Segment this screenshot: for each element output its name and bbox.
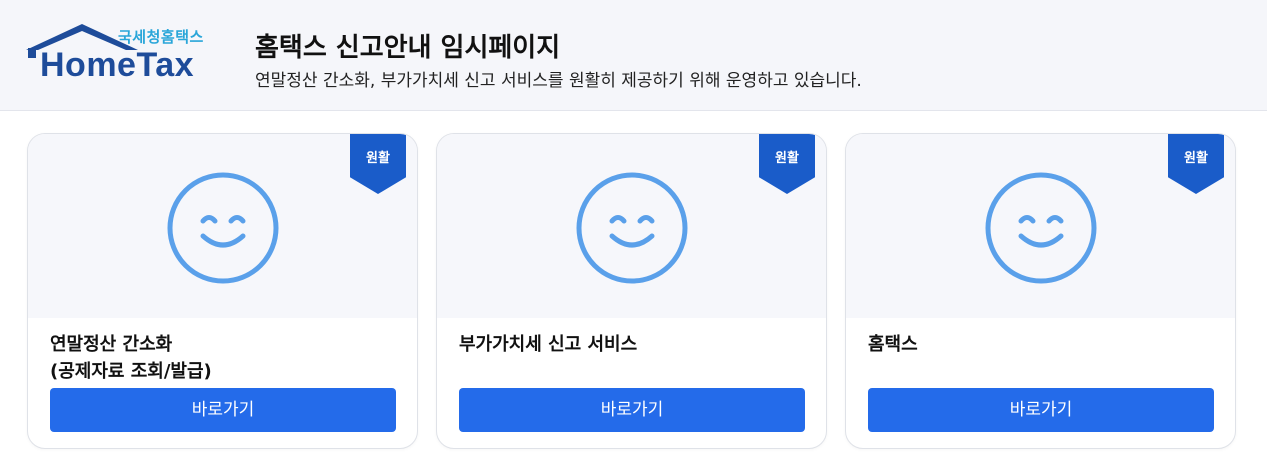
hometax-logo[interactable]: 국세청홈택스 HomeTax <box>24 22 216 84</box>
page-description: 연말정산 간소화, 부가가치세 신고 서비스를 원활히 제공하기 위해 운영하고… <box>255 71 862 91</box>
go-button[interactable]: 바로가기 <box>50 388 396 432</box>
card-visual: 원활 <box>28 134 417 318</box>
status-badge: 원활 <box>1168 134 1224 194</box>
card-title: 홈택스 <box>868 334 918 355</box>
card-visual: 원활 <box>846 134 1235 318</box>
smiley-icon <box>985 172 1097 284</box>
service-card-hometax: 원활 홈택스 바로가기 <box>845 133 1236 449</box>
status-badge-label: 원활 <box>775 151 799 166</box>
smiley-icon <box>576 172 688 284</box>
service-card-year-end-settlement: 원활 연말정산 간소화 (공제자료 조회/발급) 바로가기 <box>27 133 418 449</box>
page-header: 국세청홈택스 HomeTax 홈택스 신고안내 임시페이지 연말정산 간소화, … <box>0 0 1267 111</box>
smiley-icon <box>167 172 279 284</box>
status-badge: 원활 <box>759 134 815 194</box>
page-title: 홈택스 신고안내 임시페이지 <box>255 33 561 63</box>
status-badge-label: 원활 <box>366 151 390 166</box>
go-button[interactable]: 바로가기 <box>459 388 805 432</box>
logo-wordmark: HomeTax <box>40 46 195 84</box>
card-visual: 원활 <box>437 134 826 318</box>
card-title: 연말정산 간소화 (공제자료 조회/발급) <box>50 334 212 382</box>
logo-subtitle: 국세청홈택스 <box>118 28 204 46</box>
card-title: 부가가치세 신고 서비스 <box>459 334 638 355</box>
status-badge-label: 원활 <box>1184 151 1208 166</box>
service-card-vat-filing: 원활 부가가치세 신고 서비스 바로가기 <box>436 133 827 449</box>
status-badge: 원활 <box>350 134 406 194</box>
go-button[interactable]: 바로가기 <box>868 388 1214 432</box>
